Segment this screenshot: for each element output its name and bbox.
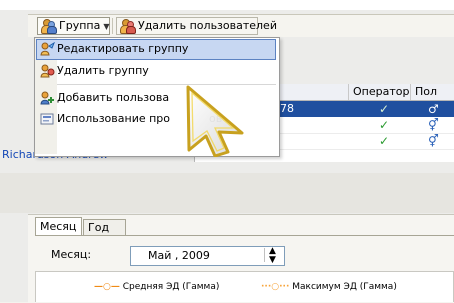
gender-icon: ⚥ [428,134,439,148]
group-button[interactable]: Группа ▼ [37,17,110,35]
legend-item-average: —○— Средняя ЭД (Гамма) [94,281,219,293]
group-button-label: Группа [59,19,101,32]
delete-group-icon [40,64,55,78]
spinner-down-icon: ▼ [269,255,276,265]
edit-group-icon [40,41,56,56]
delete-users-label: Удалить пользователей [138,19,277,32]
menu-item-usage[interactable]: Использование про [57,109,170,129]
usage-icon [40,112,55,126]
menu-item-delete-group[interactable]: Удалить группу [57,61,149,81]
delete-users-button[interactable]: Удалить пользователей [116,17,277,35]
content-separator [0,173,454,213]
legend-line-icon: ···○··· [261,282,290,292]
mouse-cursor [186,85,244,157]
legend-label: Средняя ЭД (Гамма) [122,282,220,292]
tab-year[interactable]: Год [83,219,126,235]
column-header-operator[interactable]: Оператор [349,84,411,100]
toolbar-separator [112,18,113,34]
legend-line-icon: —○— [94,282,120,292]
menu-item-edit-group[interactable]: Редактировать группу [57,39,188,59]
chevron-down-icon: ▼ [103,21,110,31]
check-icon: ✓ [379,118,390,132]
month-date-value: Май , 2009 [148,249,210,262]
check-icon: ✓ [379,134,390,148]
male-icon: ♂ [428,102,439,116]
top-strip [0,0,454,10]
add-user-icon [40,91,55,105]
legend-label: Максимум ЭД (Гамма) [292,282,397,292]
date-spinner[interactable]: ▲ ▼ [264,246,283,265]
tab-divider [35,235,454,236]
group-users-icon [41,19,57,34]
menu-item-add-user[interactable]: Добавить пользова [57,88,169,108]
tab-month[interactable]: Месяц [35,217,82,235]
check-icon: ✓ [379,102,390,116]
delete-users-icon [120,19,136,34]
gender-icon: ⚥ [428,118,439,132]
column-header-gender[interactable]: Пол [411,84,454,100]
month-label: Месяц: [51,248,92,261]
legend-item-maximum: ···○··· Максимум ЭД (Гамма) [261,281,397,293]
